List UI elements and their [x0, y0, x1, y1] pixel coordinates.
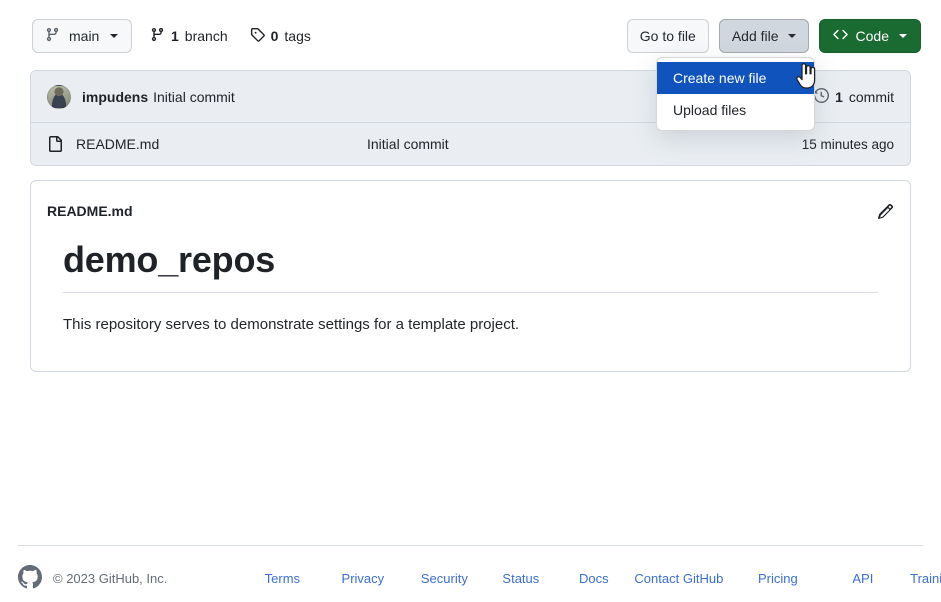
file-name-link[interactable]: README.md: [76, 136, 159, 152]
readme-title: README.md: [47, 203, 133, 219]
add-file-button[interactable]: Add file: [718, 19, 809, 53]
file-icon: [47, 136, 63, 152]
file-commit-message[interactable]: Initial commit: [367, 136, 449, 152]
footer-brand: © 2023 GitHub, Inc.: [17, 564, 168, 592]
branches-label: branch: [184, 28, 228, 44]
commit-message[interactable]: Initial commit: [153, 89, 235, 105]
readme-paragraph: This repository serves to demonstrate se…: [63, 316, 520, 333]
footer-link-status[interactable]: Status: [484, 571, 557, 586]
menu-item-upload-files[interactable]: Upload files: [657, 94, 814, 126]
footer-link-security[interactable]: Security: [404, 571, 484, 586]
footer-link-contact-github[interactable]: Contact GitHub: [630, 571, 727, 586]
file-timestamp: 15 minutes ago: [801, 136, 894, 152]
git-branch-icon: [45, 27, 60, 45]
commit-count-number: 1: [835, 88, 843, 105]
repository-page: main 1 branch 0 tags Go to file Add file…: [0, 0, 941, 602]
go-to-file-label: Go to file: [639, 28, 696, 44]
chevron-down-icon: [110, 34, 119, 38]
readme-header: README.md: [31, 181, 910, 225]
code-label: Code: [855, 28, 889, 44]
tags-stat[interactable]: 0 tags: [250, 27, 311, 45]
code-button[interactable]: Code: [818, 19, 921, 53]
code-brackets-icon: [832, 27, 848, 45]
branch-selector-button[interactable]: main: [32, 19, 132, 53]
add-file-dropdown-menu: Create new file Upload files: [656, 57, 815, 131]
footer-link-terms[interactable]: Terms: [243, 571, 321, 586]
pencil-edit-icon[interactable]: [877, 203, 894, 220]
commit-author[interactable]: impudens: [82, 89, 148, 105]
history-clock-icon: [814, 87, 830, 106]
go-to-file-button[interactable]: Go to file: [626, 19, 709, 53]
branches-count: 1: [171, 28, 179, 44]
menu-item-label: Create new file: [673, 70, 767, 86]
add-file-label: Add file: [731, 28, 779, 44]
footer-divider: [18, 545, 923, 546]
readme-card: README.md demo_repos This repository ser…: [30, 180, 911, 372]
git-branch-icon: [150, 27, 165, 45]
repo-actions: Go to file Add file Code: [626, 19, 921, 53]
menu-item-create-new-file[interactable]: Create new file: [657, 62, 814, 94]
chevron-down-icon: [899, 34, 907, 38]
tags-label: tags: [284, 28, 311, 44]
tags-count: 0: [270, 28, 279, 44]
menu-item-label: Upload files: [673, 102, 747, 118]
tag-icon: [250, 27, 265, 45]
readme-heading: demo_repos: [63, 239, 878, 293]
branches-stat[interactable]: 1 branch: [150, 27, 228, 45]
footer-links: Terms Privacy Security Status Docs Conta…: [243, 571, 941, 586]
commit-count[interactable]: 1 commit: [814, 87, 894, 106]
github-octocat-icon: [17, 564, 42, 592]
chevron-down-icon: [787, 34, 796, 38]
page-footer: © 2023 GitHub, Inc. Terms Privacy Securi…: [0, 558, 941, 598]
user-avatar[interactable]: [47, 84, 71, 109]
footer-copyright: © 2023 GitHub, Inc.: [53, 570, 168, 586]
readme-body: demo_repos This repository serves to dem…: [31, 239, 910, 337]
footer-link-privacy[interactable]: Privacy: [321, 571, 404, 586]
commit-count-label: commit: [848, 88, 894, 105]
repo-stats: 1 branch 0 tags: [150, 27, 311, 45]
branch-name-label: main: [69, 28, 100, 44]
footer-link-api[interactable]: API: [828, 571, 897, 586]
footer-link-training[interactable]: Training: [897, 571, 941, 586]
repo-toolbar: main 1 branch 0 tags Go to file Add file…: [0, 18, 941, 58]
footer-link-docs[interactable]: Docs: [557, 571, 630, 586]
footer-link-pricing[interactable]: Pricing: [727, 571, 828, 586]
